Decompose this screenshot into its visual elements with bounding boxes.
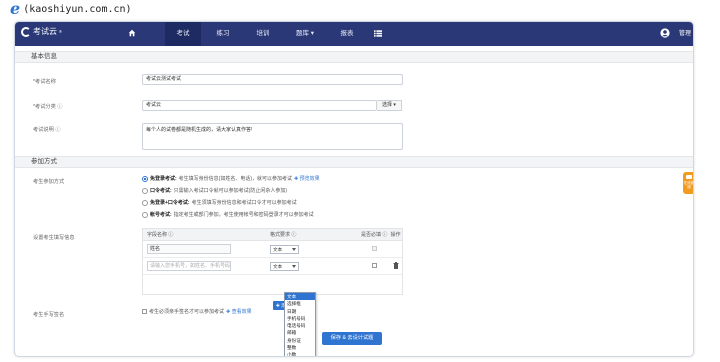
- section-basic-info: 基本信息: [15, 51, 693, 63]
- join-mode-label: 考生参加方式: [33, 179, 65, 185]
- table-footer: [143, 275, 402, 294]
- online-service-label: 在线客服: [683, 181, 694, 189]
- nav-exam[interactable]: 考试: [165, 22, 201, 46]
- user-menu-label[interactable]: 管理: [679, 22, 691, 46]
- nav-more[interactable]: [365, 22, 391, 46]
- candidate-fields-label: 设置考生填写信息: [33, 235, 75, 241]
- radio-no-login-password[interactable]: [142, 199, 148, 206]
- format-value: 文本: [273, 263, 283, 269]
- table-header: 字段名称 ⓘ 格式要求 ⓘ 是否必填 ⓘ 操作: [143, 229, 402, 241]
- format-option[interactable]: 日期: [285, 308, 315, 315]
- format-option[interactable]: 文本: [285, 293, 315, 301]
- join-option-name: 免登录+口令考试:: [150, 200, 190, 206]
- menu-icon: [374, 30, 382, 37]
- nav-home[interactable]: [119, 22, 145, 46]
- view-effect-link[interactable]: ✚ 查看效果: [226, 308, 252, 315]
- nav-reports[interactable]: 报表: [329, 22, 365, 46]
- signature-checkbox[interactable]: [142, 309, 147, 314]
- format-dropdown-list: 文本 选择框 日期 手机号码 电话号码 邮箱 身份证 整数 小数: [284, 292, 316, 356]
- join-option-name: 免登录考试:: [150, 176, 177, 182]
- signature-option[interactable]: 考生必须亲手签名才可以参加考试 ✚ 查看效果: [142, 308, 252, 315]
- table-row: 姓名 文本: [143, 241, 402, 258]
- format-option[interactable]: 整数: [285, 344, 315, 351]
- join-option-name: 口令考试:: [150, 188, 172, 194]
- join-option-desc: 考生填写身份信息(如姓名、电话)，就可以参加考试: [178, 176, 293, 182]
- chat-icon: [686, 175, 692, 179]
- join-option-name: 帐号考试:: [150, 212, 172, 218]
- join-option-no-login-password[interactable]: 免登录+口令考试: 考生须填写身份信息和考试口令才可以参加考试: [142, 199, 297, 206]
- brand-mark-icon: [21, 26, 31, 37]
- radio-account[interactable]: [142, 211, 148, 218]
- brand-logo[interactable]: 考试云 ®: [21, 26, 62, 37]
- required-checkbox[interactable]: [371, 262, 377, 268]
- format-option[interactable]: 小数: [285, 351, 315, 356]
- field-name-input[interactable]: 姓名: [147, 244, 231, 254]
- join-option-desc: 考生须填写身份信息和考试口令才可以参加考试: [191, 200, 297, 206]
- save-and-design-button[interactable]: 保存 & 去设计试题: [322, 332, 382, 345]
- chevron-down-icon: [292, 264, 297, 268]
- brand-name: 考试云: [33, 27, 57, 36]
- format-option[interactable]: 邮箱: [285, 329, 315, 336]
- join-option-desc: 指定考生或部门参加，考生使用帐号和密码登录才可以参加考试: [173, 212, 314, 218]
- exam-name-input[interactable]: 考试云测试考试: [142, 74, 403, 85]
- format-select[interactable]: 文本: [270, 261, 300, 271]
- category-select-button[interactable]: 选择 ▾: [377, 100, 402, 111]
- top-navigation-bar: 考试云 ® 考试 练习 培训 题库 ▾ 报表 管理: [15, 22, 693, 46]
- format-select[interactable]: 文本: [270, 244, 300, 254]
- exam-description-textarea[interactable]: 每个人的试卷都是随机生成的，请大家认真作答!: [142, 123, 403, 150]
- online-service-tab[interactable]: 在线客服: [683, 172, 694, 194]
- user-icon[interactable]: [660, 28, 670, 38]
- nav-question-bank[interactable]: 题库 ▾: [285, 22, 325, 46]
- format-value: 文本: [273, 246, 283, 252]
- kaoshiyun-logo-icon: e: [10, 0, 21, 18]
- section-join-mode: 参加方式: [15, 156, 693, 168]
- col-required: 是否必填 ⓘ: [361, 232, 388, 238]
- radio-no-login[interactable]: [142, 175, 148, 182]
- format-option[interactable]: 手机号码: [285, 315, 315, 322]
- exam-description-label: 考试说明 ⓘ: [33, 127, 61, 133]
- app-window: 考试云 ® 考试 练习 培训 题库 ▾ 报表 管理 基本信息 *考试名称 考试云测…: [14, 21, 694, 357]
- nav-training[interactable]: 培训: [245, 22, 281, 46]
- format-option[interactable]: 电话号码: [285, 322, 315, 329]
- join-option-desc: 只需输入考试口令就可以参加考试(防止闲杂人参加): [173, 188, 288, 194]
- exam-category-input[interactable]: 考试云: [142, 100, 377, 111]
- signature-text: 考生必须亲手签名才可以参加考试: [149, 309, 225, 315]
- format-option[interactable]: 身份证: [285, 337, 315, 344]
- join-option-account[interactable]: 帐号考试: 指定考生或部门参加，考生使用帐号和密码登录才可以参加考试: [142, 211, 314, 218]
- registered-mark: ®: [59, 29, 62, 34]
- join-option-no-login[interactable]: 免登录考试: 考生填写身份信息(如姓名、电话)，就可以参加考试 ✚ 预览效果: [142, 175, 320, 182]
- field-name-input[interactable]: 请输入您手机号，如姓名、手机号码: [147, 261, 231, 271]
- radio-password[interactable]: [142, 187, 148, 194]
- required-checkbox: [371, 245, 377, 251]
- preview-effect-link[interactable]: ✚ 预览效果: [294, 175, 320, 182]
- signature-label: 考生手写签名: [33, 312, 65, 318]
- watermark-text: (kaoshiyun.com.cn): [23, 3, 132, 15]
- col-actions: 操作: [390, 232, 401, 238]
- exam-name-label: *考试名称: [33, 79, 56, 85]
- table-row: 请输入您手机号，如姓名、手机号码 文本: [143, 258, 402, 275]
- chevron-down-icon: [292, 247, 297, 251]
- site-watermark: e (kaoshiyun.com.cn): [10, 0, 132, 18]
- col-field-name: 字段名称 ⓘ: [147, 232, 174, 238]
- nav-practice[interactable]: 练习: [205, 22, 241, 46]
- col-format: 格式要求 ⓘ: [270, 232, 297, 238]
- candidate-fields-table: 字段名称 ⓘ 格式要求 ⓘ 是否必填 ⓘ 操作 姓名 文本 请输入您手机号，如姓…: [142, 228, 403, 295]
- exam-category-label: *考试分类 ⓘ: [33, 104, 63, 110]
- trash-icon[interactable]: [393, 261, 399, 269]
- format-option[interactable]: 选择框: [285, 300, 315, 307]
- home-icon: [128, 30, 136, 37]
- join-option-password[interactable]: 口令考试: 只需输入考试口令就可以参加考试(防止闲杂人参加): [142, 187, 287, 194]
